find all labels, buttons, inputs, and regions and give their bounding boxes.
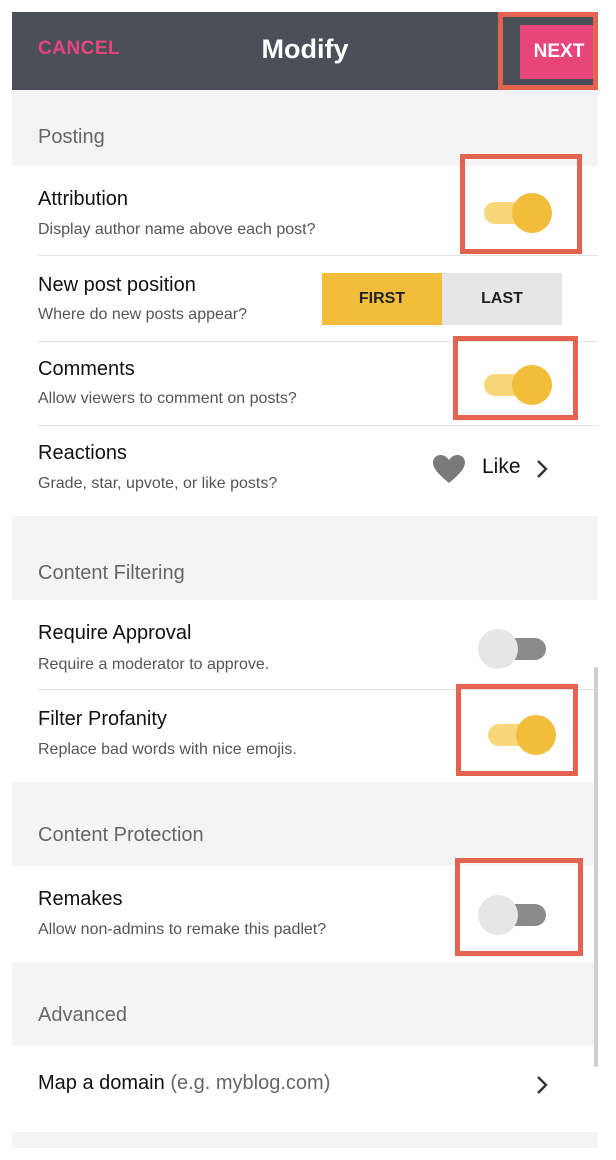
section-label: Posting	[38, 126, 105, 148]
toggle-knob	[512, 365, 552, 405]
position-segmented-control: FIRST LAST	[322, 273, 562, 325]
toggle-knob	[478, 895, 518, 935]
remakes-toggle[interactable]	[478, 892, 550, 935]
setting-row-filter-profanity: Filter Profanity Replace bad words with …	[12, 690, 598, 782]
section-content-filtering: Content Filtering	[12, 516, 598, 600]
setting-title: Reactions	[38, 442, 127, 464]
header-bar: CANCEL Modify NEXT	[12, 12, 598, 90]
modify-panel: CANCEL Modify NEXT Posting Attribution D…	[12, 12, 598, 1148]
toggle-knob	[478, 629, 518, 669]
setting-subtitle: Allow non-admins to remake this padlet?	[38, 921, 327, 938]
section-advanced: Advanced	[12, 962, 598, 1046]
position-option-last[interactable]: LAST	[442, 273, 562, 325]
section-content-protection: Content Protection	[12, 782, 598, 866]
toggle-knob	[516, 715, 556, 755]
scrollbar[interactable]	[594, 667, 598, 1067]
require-approval-toggle[interactable]	[478, 626, 550, 669]
section-posting: Posting	[12, 90, 598, 166]
page-title: Modify	[261, 34, 349, 64]
setting-subtitle: Allow viewers to comment on posts?	[38, 390, 297, 407]
bottom-strip	[12, 1132, 598, 1148]
setting-row-map-domain[interactable]: Map a domain (e.g. myblog.com)	[12, 1046, 598, 1132]
setting-row-comments: Comments Allow viewers to comment on pos…	[12, 342, 598, 426]
setting-subtitle: Display author name above each post?	[38, 221, 316, 238]
setting-subtitle: Where do new posts appear?	[38, 306, 248, 323]
setting-title: Require Approval	[38, 622, 192, 644]
setting-title: Remakes	[38, 888, 123, 910]
toggle-knob	[512, 193, 552, 233]
setting-row-require-approval: Require Approval Require a moderator to …	[12, 600, 598, 690]
map-domain-hint: (e.g. myblog.com)	[170, 1072, 331, 1094]
heart-icon	[432, 454, 466, 484]
comments-toggle[interactable]	[480, 362, 552, 405]
setting-subtitle: Replace bad words with nice emojis.	[38, 741, 297, 758]
next-button[interactable]: NEXT	[520, 25, 598, 79]
attribution-toggle[interactable]	[480, 190, 552, 233]
section-label: Content Protection	[38, 824, 204, 846]
filter-profanity-toggle[interactable]	[484, 712, 556, 755]
setting-row-remakes: Remakes Allow non-admins to remake this …	[12, 866, 598, 962]
reaction-value: Like	[482, 455, 521, 478]
setting-title: New post position	[38, 274, 196, 296]
position-option-first[interactable]: FIRST	[322, 273, 442, 325]
setting-title: Attribution	[38, 188, 129, 210]
chevron-right-icon	[535, 458, 549, 485]
setting-subtitle: Require a moderator to approve.	[38, 656, 270, 673]
chevron-right-icon	[535, 1074, 549, 1101]
setting-subtitle: Grade, star, upvote, or like posts?	[38, 475, 278, 492]
map-domain-label: Map a domain (e.g. myblog.com)	[38, 1072, 330, 1095]
setting-title: Filter Profanity	[38, 708, 167, 730]
setting-row-reactions[interactable]: Reactions Grade, star, upvote, or like p…	[12, 426, 598, 516]
section-label: Content Filtering	[38, 562, 185, 584]
setting-row-new-post-position: New post position Where do new posts app…	[12, 256, 598, 342]
map-domain-title: Map a domain	[38, 1072, 165, 1094]
section-label: Advanced	[38, 1004, 127, 1026]
setting-title: Comments	[38, 358, 135, 380]
setting-row-attribution: Attribution Display author name above ea…	[12, 166, 598, 256]
